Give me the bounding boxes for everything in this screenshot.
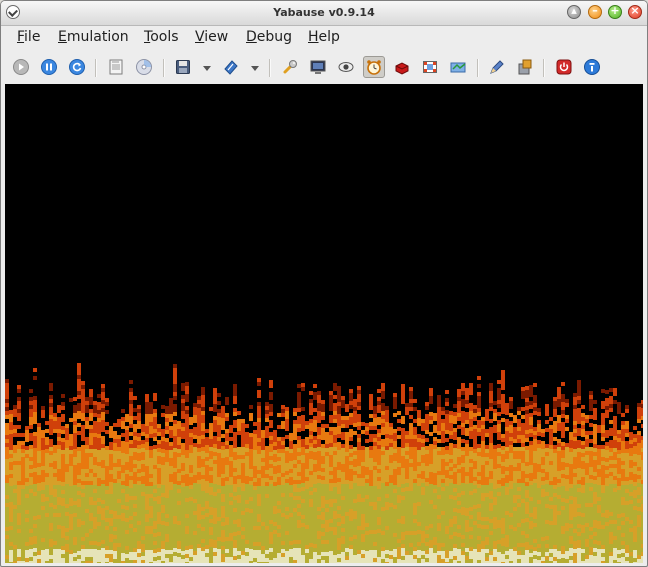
menu-emulation[interactable]: Emulation	[58, 29, 129, 45]
menu-help[interactable]: Help	[308, 29, 340, 45]
fps-toggle-button[interactable]	[363, 56, 385, 78]
open-iso-icon	[109, 59, 123, 75]
about-info-icon	[584, 59, 600, 75]
menu-file-label: ile	[24, 29, 41, 45]
menu-view-mnemonic: V	[195, 29, 205, 45]
load-state-icon	[224, 60, 238, 75]
layer-toggle-icon	[395, 62, 409, 75]
menu-emulation-label: mulation	[66, 29, 129, 45]
menu-view[interactable]: View	[195, 29, 228, 45]
save-state-dropdown-arrow[interactable]	[203, 66, 211, 71]
save-state-icon	[176, 60, 190, 74]
pause-icon	[41, 59, 57, 75]
minimize-icon: –	[592, 4, 598, 17]
cheats-button[interactable]	[486, 56, 508, 78]
load-state-dropdown-arrow[interactable]	[251, 66, 259, 71]
screenshot-button[interactable]	[419, 56, 441, 78]
menu-debug-mnemonic: D	[246, 29, 257, 45]
maximize-button[interactable]: +	[608, 4, 622, 19]
shade-button[interactable]: ▴	[567, 4, 581, 19]
menu-bar: File Emulation Tools View Debug Help	[1, 26, 647, 50]
layer-toggle-button[interactable]	[391, 56, 413, 78]
menu-tools-label: ools	[150, 29, 179, 45]
toolbar	[1, 52, 647, 83]
close-icon: ×	[630, 4, 640, 17]
transfer-button[interactable]	[447, 56, 469, 78]
fullscreen-monitor-icon	[310, 60, 326, 74]
fire-effect-canvas	[5, 84, 643, 563]
menu-file-mnemonic: F	[17, 29, 25, 45]
save-state-button[interactable]	[172, 56, 194, 78]
toolbar-separator	[269, 59, 271, 77]
fps-alarm-clock-icon	[367, 60, 381, 75]
transfer-icon	[450, 62, 466, 73]
settings-button[interactable]	[279, 56, 301, 78]
menu-tools[interactable]: Tools	[144, 29, 179, 45]
fullscreen-button[interactable]	[307, 56, 329, 78]
toolbar-separator	[477, 59, 479, 77]
minimize-button[interactable]: –	[588, 4, 602, 19]
toolbar-separator	[543, 59, 545, 77]
emulator-screen[interactable]	[5, 84, 643, 563]
menu-help-mnemonic: H	[308, 29, 319, 45]
menu-debug-label: ebug	[256, 29, 293, 45]
menu-view-label: iew	[204, 29, 229, 45]
reset-icon	[69, 59, 85, 75]
play-button[interactable]	[10, 56, 32, 78]
menu-help-label: elp	[318, 29, 340, 45]
toolbar-separator	[163, 59, 165, 77]
cheats-pen-icon	[490, 60, 504, 74]
app-window: Yabause v0.9.14 ▴ – + × File Emulation T…	[0, 0, 648, 567]
about-button[interactable]	[581, 56, 603, 78]
menu-debug[interactable]: Debug	[246, 29, 292, 45]
load-state-button[interactable]	[220, 56, 242, 78]
close-button[interactable]: ×	[628, 4, 642, 19]
quit-button[interactable]	[553, 56, 575, 78]
settings-wrench-icon	[283, 60, 297, 74]
open-cd-button[interactable]	[133, 56, 155, 78]
play-icon	[13, 59, 29, 75]
toolbar-separator	[95, 59, 97, 77]
quit-power-icon	[556, 59, 572, 75]
backup-ram-icon	[518, 59, 532, 75]
menu-emulation-mnemonic: E	[58, 29, 67, 45]
maximize-icon: +	[610, 4, 620, 17]
reset-button[interactable]	[66, 56, 88, 78]
sound-eye-icon	[338, 62, 354, 72]
backup-ram-button[interactable]	[514, 56, 536, 78]
pause-button[interactable]	[38, 56, 60, 78]
open-cd-icon	[136, 59, 152, 75]
menu-file[interactable]: File	[17, 29, 40, 45]
open-iso-button[interactable]	[105, 56, 127, 78]
title-bar[interactable]: Yabause v0.9.14 ▴ – + ×	[1, 1, 647, 26]
sound-button[interactable]	[335, 56, 357, 78]
screenshot-frame-icon	[423, 61, 437, 73]
shade-icon: ▴	[571, 4, 577, 17]
window-title: Yabause v0.9.14	[273, 6, 375, 19]
